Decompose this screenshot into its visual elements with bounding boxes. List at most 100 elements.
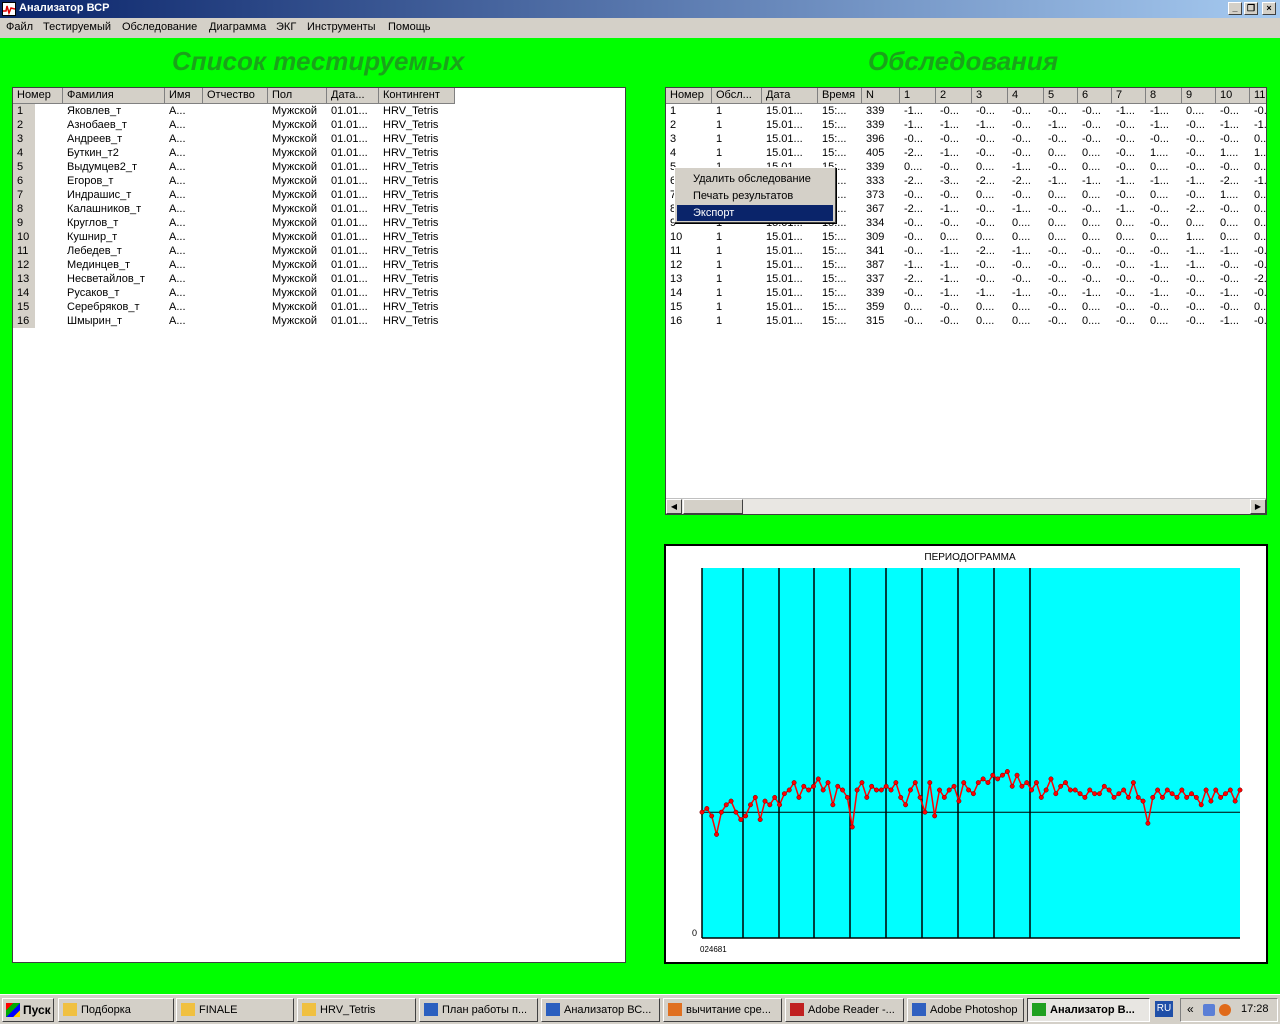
exams-cell[interactable]: 0.... (1078, 230, 1112, 244)
subjects-cell[interactable]: HRV_Tetris (379, 216, 455, 230)
exams-column-header[interactable]: 8 (1146, 88, 1182, 104)
subjects-cell[interactable]: Егоров_т (63, 174, 165, 188)
exams-cell[interactable]: -1... (1008, 286, 1044, 300)
subjects-grid[interactable]: Номер Фамилия Имя Отчество Пол Дата... Континг… (12, 87, 626, 963)
exams-row-number[interactable]: 15 (666, 300, 712, 314)
exams-cell[interactable]: -0... (972, 272, 1008, 286)
exams-cell[interactable]: 0.... (1078, 160, 1112, 174)
subjects-cell[interactable]: Азнобаев_т (63, 118, 165, 132)
exams-cell[interactable]: 1.... (1216, 188, 1250, 202)
exams-cell[interactable]: -0... (936, 216, 972, 230)
exams-cell[interactable]: 333 (862, 174, 900, 188)
exams-row-number[interactable]: 3 (666, 132, 712, 146)
subjects-cell[interactable] (203, 174, 268, 188)
subjects-cell[interactable]: Мужской (268, 244, 327, 258)
subjects-cell[interactable]: 01.01... (327, 132, 379, 146)
subjects-cell[interactable]: Индрашис_т (63, 188, 165, 202)
restore-button[interactable]: ❐ (1244, 2, 1258, 15)
exams-cell[interactable]: 0.... (1044, 146, 1078, 160)
exams-column-header[interactable]: 9 (1182, 88, 1216, 104)
exams-cell[interactable]: 15.01... (762, 244, 818, 258)
exams-cell[interactable]: 315 (862, 314, 900, 328)
exams-cell[interactable]: 0.... (1078, 188, 1112, 202)
exams-cell[interactable]: -0... (1078, 202, 1112, 216)
exams-cell[interactable]: 1.... (1216, 146, 1250, 160)
update-icon[interactable] (1219, 1004, 1231, 1016)
exams-cell[interactable]: -0... (1182, 286, 1216, 300)
subjects-cell[interactable]: Мужской (268, 132, 327, 146)
exams-cell[interactable]: -0... (900, 314, 936, 328)
subjects-cell[interactable]: Круглов_т (63, 216, 165, 230)
exams-cell[interactable]: -1... (1078, 174, 1112, 188)
subjects-cell[interactable]: 01.01... (327, 118, 379, 132)
exams-cell[interactable]: 0.... (1008, 230, 1044, 244)
subjects-cell[interactable]: HRV_Tetris (379, 258, 455, 272)
exams-horizontal-scrollbar[interactable]: ◀ ▶ (666, 498, 1266, 514)
subjects-row-number[interactable]: 14 (13, 286, 35, 300)
menu-ecg[interactable]: ЭКГ (276, 21, 296, 33)
exams-cell[interactable]: 0.... (1078, 300, 1112, 314)
exams-cell[interactable]: 15:... (818, 104, 862, 118)
subjects-cell[interactable]: 01.01... (327, 314, 379, 328)
exams-cell[interactable]: 15:... (818, 258, 862, 272)
exams-cell[interactable]: 0.... (1250, 300, 1266, 314)
subjects-cell[interactable]: HRV_Tetris (379, 314, 455, 328)
taskbar-button[interactable]: HRV_Tetris (297, 998, 416, 1022)
exams-cell[interactable]: -0... (972, 216, 1008, 230)
subjects-row-number[interactable]: 7 (13, 188, 35, 202)
subjects-cell[interactable]: Лебедев_т (63, 244, 165, 258)
menu-item-print-results[interactable]: Печать результатов (677, 188, 833, 204)
exams-cell[interactable]: -1... (1078, 286, 1112, 300)
exams-cell[interactable]: -0... (1112, 146, 1146, 160)
exams-cell[interactable]: -0... (1216, 258, 1250, 272)
exams-cell[interactable]: -0... (1044, 272, 1078, 286)
exams-cell[interactable]: -1... (936, 202, 972, 216)
exams-cell[interactable]: 309 (862, 230, 900, 244)
exams-cell[interactable]: -0... (1182, 314, 1216, 328)
subjects-cell[interactable] (203, 216, 268, 230)
exams-cell[interactable]: -1... (1044, 118, 1078, 132)
subjects-column-header[interactable]: Имя (165, 88, 203, 104)
exams-cell[interactable]: -0... (1078, 132, 1112, 146)
exams-row-number[interactable]: 10 (666, 230, 712, 244)
subjects-cell[interactable]: Мужской (268, 160, 327, 174)
exams-cell[interactable]: -0... (972, 132, 1008, 146)
exams-cell[interactable]: -0... (1182, 118, 1216, 132)
exams-cell[interactable]: 0.... (1044, 216, 1078, 230)
exams-cell[interactable]: -1... (936, 272, 972, 286)
subjects-cell[interactable]: Мужской (268, 202, 327, 216)
subjects-cell[interactable]: Русаков_т (63, 286, 165, 300)
subjects-cell[interactable]: Несветайлов_т (63, 272, 165, 286)
exams-cell[interactable]: -0... (1182, 272, 1216, 286)
exams-cell[interactable]: -1... (1216, 286, 1250, 300)
subjects-cell[interactable] (203, 230, 268, 244)
exams-cell[interactable]: 15:... (818, 230, 862, 244)
exams-cell[interactable]: 0.... (1146, 188, 1182, 202)
exams-cell[interactable]: -0... (1078, 118, 1112, 132)
taskbar-button[interactable]: Adobe Photoshop (907, 998, 1024, 1022)
exams-cell[interactable]: 0.... (1250, 230, 1266, 244)
scroll-left-icon[interactable]: ◀ (666, 499, 682, 514)
exams-cell[interactable]: 1 (712, 118, 762, 132)
exams-cell[interactable]: 0.... (1044, 230, 1078, 244)
subjects-cell[interactable]: HRV_Tetris (379, 300, 455, 314)
subjects-cell[interactable] (203, 104, 268, 118)
exams-cell[interactable]: 0.... (900, 300, 936, 314)
exams-column-header[interactable]: 11 (1250, 88, 1266, 104)
menu-diagram[interactable]: Диаграмма (209, 21, 266, 33)
exams-cell[interactable]: -0... (1182, 146, 1216, 160)
exams-cell[interactable]: 15.01... (762, 132, 818, 146)
exams-cell[interactable]: 0.... (1078, 216, 1112, 230)
subjects-cell[interactable]: 01.01... (327, 202, 379, 216)
exams-cell[interactable]: -0... (1216, 104, 1250, 118)
exams-cell[interactable]: 339 (862, 160, 900, 174)
exams-cell[interactable]: -0... (972, 104, 1008, 118)
subjects-cell[interactable]: Мужской (268, 314, 327, 328)
subjects-column-header[interactable]: Фамилия (63, 88, 165, 104)
exams-cell[interactable]: -2... (900, 174, 936, 188)
taskbar-button[interactable]: вычитание сре... (663, 998, 782, 1022)
subjects-cell[interactable]: А... (165, 146, 203, 160)
subjects-cell[interactable]: А... (165, 160, 203, 174)
exams-cell[interactable]: -0... (1044, 258, 1078, 272)
menu-help[interactable]: Помощь (388, 21, 431, 33)
